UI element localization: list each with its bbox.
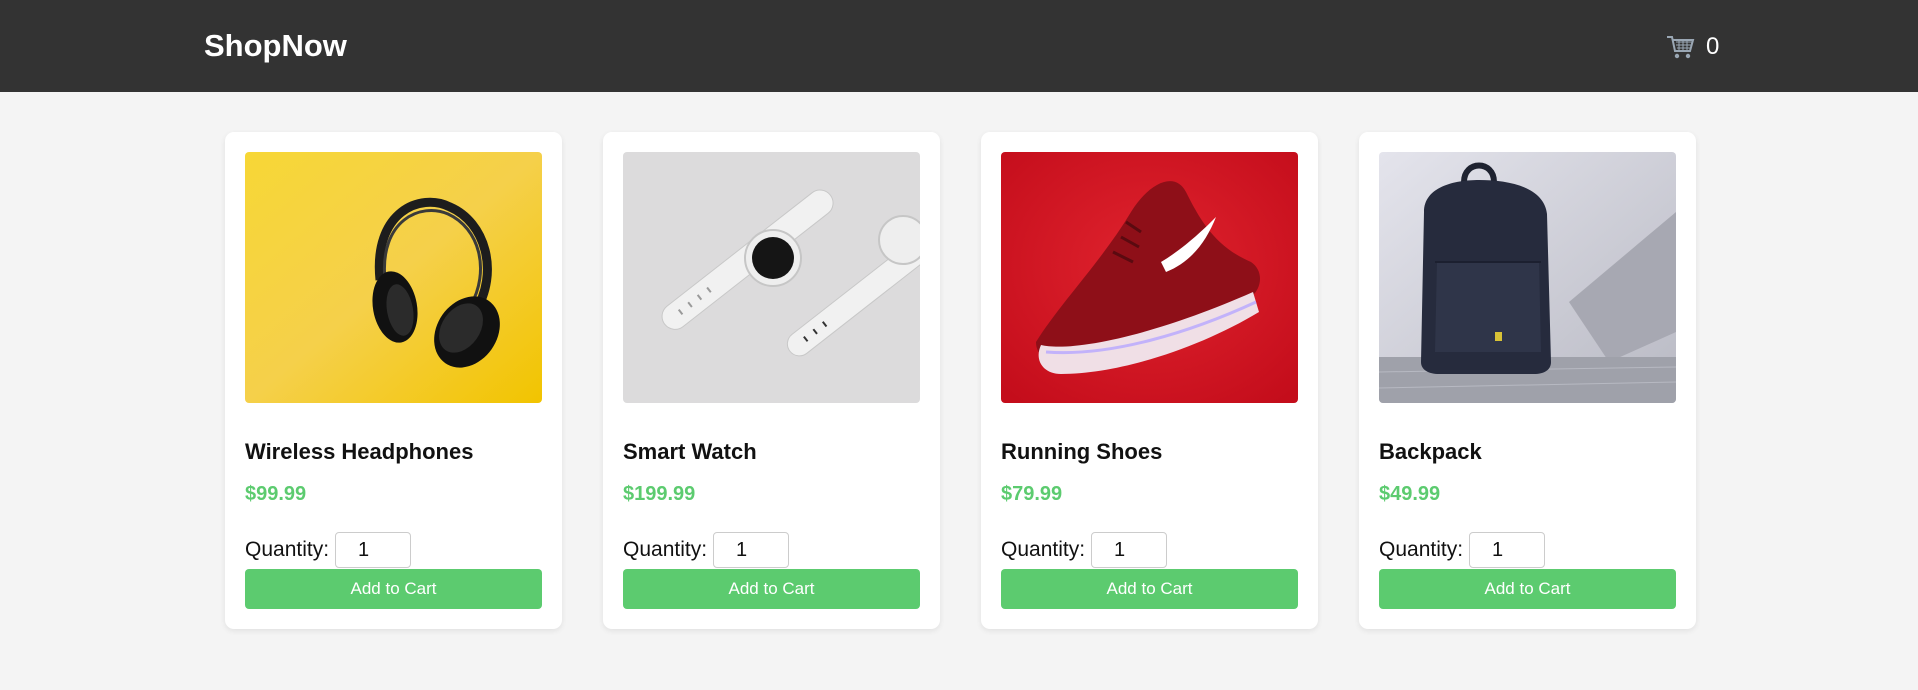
cart-count: 0 [1706,33,1720,60]
cart-button[interactable]: 0 [1666,32,1719,62]
product-price: $49.99 [1379,483,1441,505]
quantity-row: Quantity: [623,532,790,568]
product-name: Running Shoes [1001,439,1163,464]
add-to-cart-button[interactable]: Add to Cart [623,569,920,609]
add-to-cart-button[interactable]: Add to Cart [1379,569,1676,609]
quantity-input[interactable] [1469,532,1546,568]
product-name: Wireless Headphones [245,439,474,464]
product-card: Smart Watch $199.99 Quantity: Add to Car… [603,132,940,629]
product-price: $79.99 [1001,483,1063,505]
quantity-input[interactable] [1091,532,1168,568]
product-price: $99.99 [245,483,307,505]
quantity-label: Quantity: [245,538,330,561]
product-image [245,152,542,403]
product-name: Backpack [1379,439,1482,464]
product-image [623,152,920,403]
site-logo[interactable]: ShopNow [204,28,347,64]
quantity-label: Quantity: [1001,538,1086,561]
product-price: $199.99 [623,483,696,505]
red-running-shoe-photo [1001,152,1298,403]
quantity-row: Quantity: [1001,532,1168,568]
add-to-cart-button[interactable]: Add to Cart [245,569,542,609]
quantity-row: Quantity: [245,532,412,568]
white-smartwatches-photo [623,152,920,403]
product-card: Backpack $49.99 Quantity: Add to Cart [1359,132,1696,629]
quantity-input[interactable] [335,532,412,568]
product-card: Wireless Headphones $99.99 Quantity: Add… [225,132,562,629]
add-to-cart-button[interactable]: Add to Cart [1001,569,1298,609]
product-card: Running Shoes $79.99 Quantity: Add to Ca… [981,132,1318,629]
product-image [1001,152,1298,403]
quantity-input[interactable] [713,532,790,568]
site-header: ShopNow 0 [0,0,1918,92]
quantity-row: Quantity: [1379,532,1546,568]
product-grid: Wireless Headphones $99.99 Quantity: Add… [225,132,1696,629]
headphones-on-yellow-photo [245,152,542,403]
product-image [1379,152,1676,403]
shopping-cart-icon [1667,36,1695,59]
quantity-label: Quantity: [1379,538,1464,561]
product-name: Smart Watch [623,439,757,464]
quantity-label: Quantity: [623,538,708,561]
navy-backpack-photo [1379,152,1676,403]
